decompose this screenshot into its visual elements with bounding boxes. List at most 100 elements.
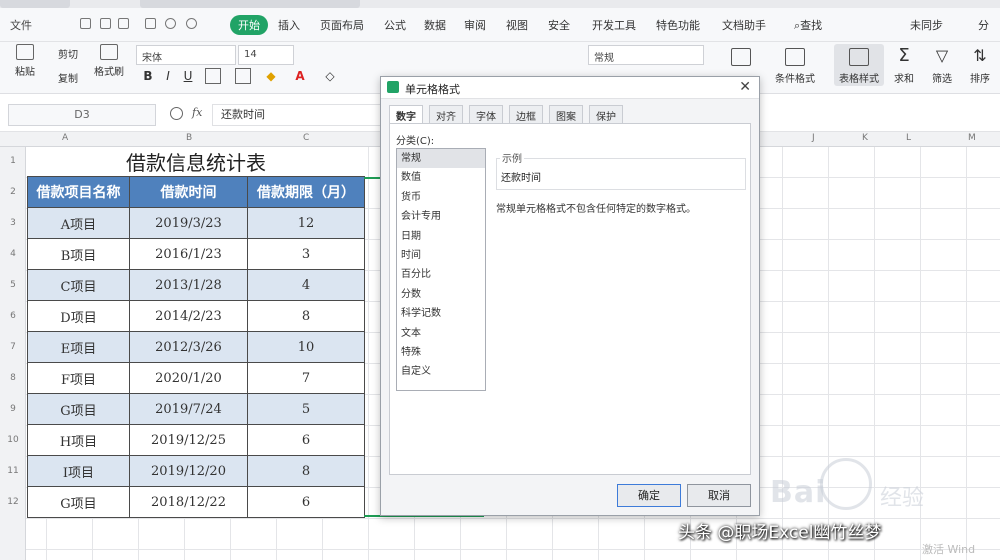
row-header[interactable]: 6 <box>0 311 26 321</box>
clear-format-icon[interactable]: ◇ <box>322 68 338 84</box>
share-button[interactable]: 分 <box>978 17 989 33</box>
tab-review[interactable]: 审阅 <box>464 17 486 33</box>
table-cell[interactable]: 12 <box>247 207 365 239</box>
font-color-icon[interactable]: A <box>292 68 308 84</box>
table-cell[interactable]: D项目 <box>27 300 130 332</box>
table-cell[interactable]: 7 <box>247 362 365 394</box>
print-icon[interactable] <box>118 18 129 29</box>
tab-formulas[interactable]: 公式 <box>384 17 406 33</box>
function-icon[interactable]: fx <box>192 106 202 119</box>
category-item-special[interactable]: 特殊 <box>397 343 485 362</box>
table-cell[interactable]: 3 <box>247 238 365 270</box>
table-cell[interactable]: 2013/1/28 <box>129 269 248 301</box>
header-cell[interactable]: 借款时间 <box>129 176 248 208</box>
window-tab[interactable] <box>0 0 70 8</box>
underline-button[interactable]: U <box>180 68 196 84</box>
table-cell[interactable]: 8 <box>247 455 365 487</box>
font-name-select[interactable]: 宋体 <box>136 45 236 65</box>
table-cell[interactable]: 8 <box>247 300 365 332</box>
table-cell[interactable]: H项目 <box>27 424 130 456</box>
borders-icon[interactable] <box>205 68 221 84</box>
sync-status[interactable]: 未同步 <box>910 17 943 33</box>
font-size-select[interactable]: 14 <box>238 45 294 65</box>
bold-button[interactable]: B <box>140 68 156 84</box>
table-cell[interactable]: F项目 <box>27 362 130 394</box>
row-header[interactable]: 8 <box>0 373 26 383</box>
table-cell[interactable]: 2016/1/23 <box>129 238 248 270</box>
tab-insert[interactable]: 插入 <box>278 17 300 33</box>
sort-button[interactable]: ⇅ 排序 <box>962 44 998 86</box>
category-item-text[interactable]: 文本 <box>397 324 485 343</box>
category-item-accounting[interactable]: 会计专用 <box>397 207 485 226</box>
cut-button[interactable]: 剪切 <box>48 46 88 61</box>
open-icon[interactable] <box>100 18 111 29</box>
ok-button[interactable]: 确定 <box>617 484 681 507</box>
row-header[interactable]: 11 <box>0 466 26 476</box>
zoom-icon[interactable] <box>170 107 183 120</box>
merge-icon[interactable] <box>235 68 251 84</box>
table-cell[interactable]: A项目 <box>27 207 130 239</box>
category-item-fraction[interactable]: 分数 <box>397 285 485 304</box>
table-cell[interactable]: C项目 <box>27 269 130 301</box>
table-cell[interactable]: 2019/12/25 <box>129 424 248 456</box>
row-header[interactable]: 2 <box>0 187 26 197</box>
copy-button[interactable]: 复制 <box>48 70 88 85</box>
table-title[interactable]: 借款信息统计表 <box>27 147 365 177</box>
table-cell[interactable]: 10 <box>247 331 365 363</box>
cell-style-button[interactable]: 表格样式 <box>834 44 884 86</box>
table-cell[interactable]: 2019/3/23 <box>129 207 248 239</box>
search-button[interactable]: ⌕查找 <box>794 17 822 33</box>
tab-border[interactable]: 边框 <box>509 105 543 123</box>
table-cell[interactable]: B项目 <box>27 238 130 270</box>
row-header[interactable]: 7 <box>0 342 26 352</box>
filter-button[interactable]: ▽ 筛选 <box>924 44 960 86</box>
table-cell[interactable]: G项目 <box>27 486 130 518</box>
window-tab-document[interactable] <box>140 0 360 8</box>
tab-pattern[interactable]: 图案 <box>549 105 583 123</box>
row-header[interactable]: 4 <box>0 249 26 259</box>
table-cell[interactable]: 2020/1/20 <box>129 362 248 394</box>
table-cell[interactable]: 6 <box>247 424 365 456</box>
sum-button[interactable]: Σ 求和 <box>886 44 922 86</box>
row-header[interactable]: 10 <box>0 435 26 445</box>
category-item-currency[interactable]: 货币 <box>397 188 485 207</box>
category-item-date[interactable]: 日期 <box>397 227 485 246</box>
column-header[interactable]: C <box>303 133 309 143</box>
close-icon[interactable]: ✕ <box>739 79 751 95</box>
category-item-number[interactable]: 数值 <box>397 168 485 187</box>
table-cell[interactable]: E项目 <box>27 331 130 363</box>
column-header[interactable]: A <box>62 133 68 143</box>
category-item-percentage[interactable]: 百分比 <box>397 265 485 284</box>
table-cell[interactable]: 2019/12/20 <box>129 455 248 487</box>
table-cell[interactable]: G项目 <box>27 393 130 425</box>
header-cell[interactable]: 借款期限（月） <box>247 176 365 208</box>
column-header[interactable]: M <box>968 133 976 143</box>
row-header[interactable]: 12 <box>0 497 26 507</box>
paste-button[interactable]: 粘贴 <box>8 44 42 78</box>
tab-protection[interactable]: 保护 <box>589 105 623 123</box>
table-cell[interactable]: 6 <box>247 486 365 518</box>
conditional-format-button[interactable]: 条件格式 <box>770 44 820 86</box>
table-cell[interactable]: 4 <box>247 269 365 301</box>
number-format-select[interactable]: 常规 <box>588 45 704 65</box>
category-item-time[interactable]: 时间 <box>397 246 485 265</box>
header-cell[interactable]: 借款项目名称 <box>27 176 130 208</box>
column-header[interactable]: J <box>812 133 815 143</box>
category-item-scientific[interactable]: 科学记数 <box>397 304 485 323</box>
row-header[interactable]: 1 <box>0 156 26 166</box>
tab-number[interactable]: 数字 <box>389 105 423 124</box>
format-painter-button[interactable]: 格式刷 <box>92 44 126 78</box>
row-header[interactable]: 3 <box>0 218 26 228</box>
save-icon[interactable] <box>80 18 91 29</box>
formula-input[interactable]: 还款时间 <box>212 104 382 126</box>
category-item-general[interactable]: 常规 <box>397 149 485 169</box>
print-preview-icon[interactable] <box>145 18 156 29</box>
tab-developer[interactable]: 开发工具 <box>592 17 636 33</box>
redo-icon[interactable] <box>186 18 197 29</box>
column-header[interactable]: L <box>906 133 911 143</box>
italic-button[interactable]: I <box>160 68 176 84</box>
file-menu[interactable]: 文件 <box>10 17 32 33</box>
row-header[interactable]: 5 <box>0 280 26 290</box>
table-cell[interactable]: 2014/2/23 <box>129 300 248 332</box>
fill-color-icon[interactable]: ◆ <box>263 68 279 84</box>
